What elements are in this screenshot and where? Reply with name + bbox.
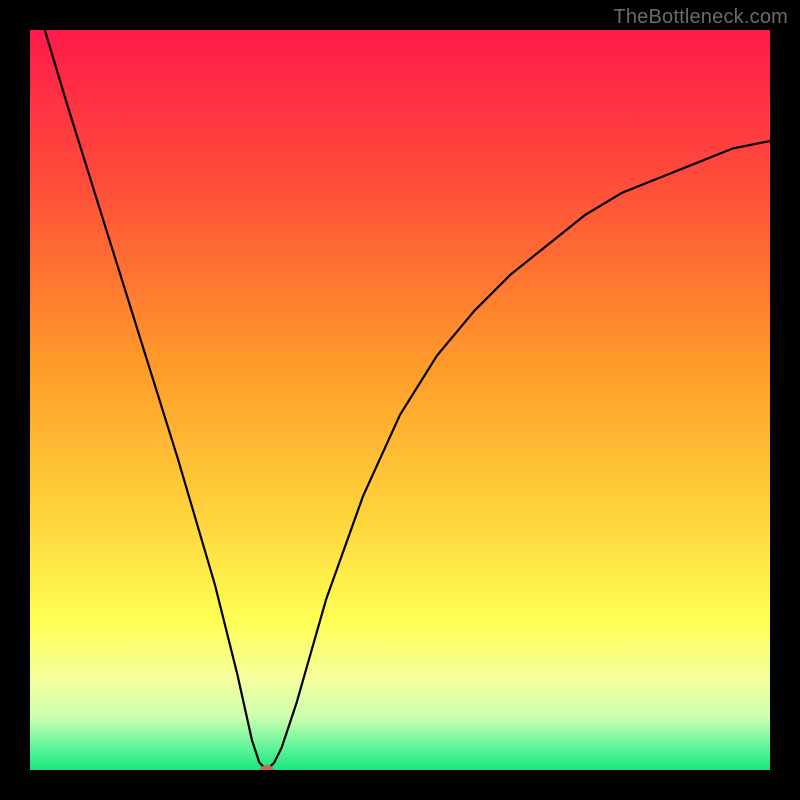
curve-layer [30, 30, 770, 770]
bottleneck-curve [45, 30, 770, 770]
chart-frame: TheBottleneck.com [0, 0, 800, 800]
plot-area [30, 30, 770, 770]
optimal-point-marker [260, 765, 274, 770]
watermark-text: TheBottleneck.com [613, 6, 788, 29]
